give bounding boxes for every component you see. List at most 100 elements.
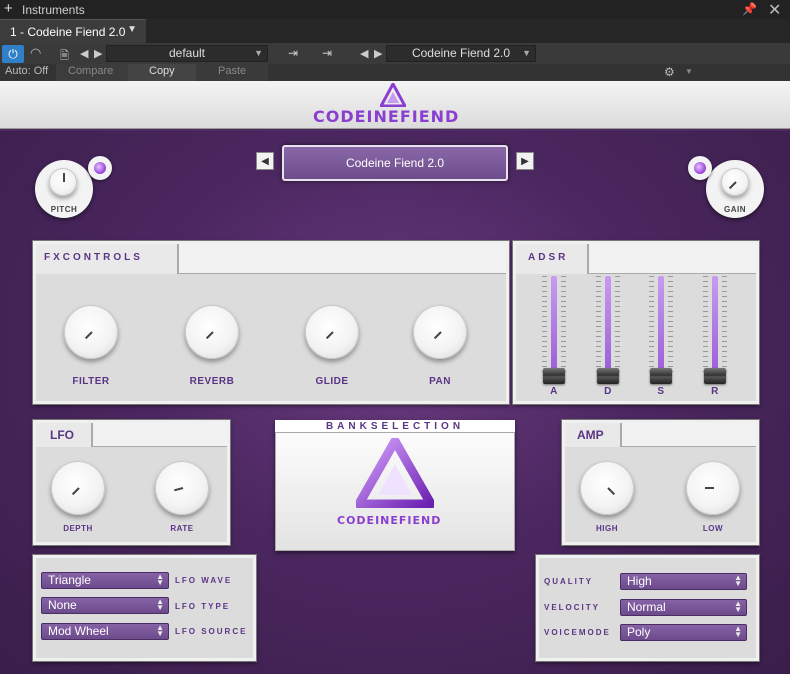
plugin-header: CODEINEFIEND xyxy=(0,81,790,129)
slider-label-s: S xyxy=(657,386,665,397)
next-instrument-icon[interactable]: ▶ xyxy=(374,47,382,60)
chevron-down-icon[interactable]: ▼ xyxy=(127,24,137,35)
bank-logo-text: CODEINEFIEND xyxy=(337,514,442,527)
lfo-source-value: Mod Wheel xyxy=(48,624,109,638)
slider-ticks xyxy=(596,276,601,376)
rate-knob[interactable] xyxy=(155,461,209,515)
lfo-wave-select[interactable]: Triangle ▲ ▼ xyxy=(41,572,169,589)
prev-instrument-icon[interactable]: ◀ xyxy=(360,47,368,60)
lfo-wave-value: Triangle xyxy=(48,573,91,587)
high-knob[interactable] xyxy=(580,461,634,515)
slider-ticks xyxy=(561,276,566,376)
add-icon[interactable]: + xyxy=(4,0,13,17)
compare-button[interactable]: Compare xyxy=(68,65,113,77)
monitor-icon[interactable]: ◠ xyxy=(30,45,41,61)
preset-select-value: default xyxy=(168,46,206,60)
voicemode-label: VOICEMODE xyxy=(544,628,611,637)
gain-led[interactable] xyxy=(688,156,712,180)
pan-label: PAN xyxy=(429,376,451,387)
slider-track-r[interactable] xyxy=(712,276,718,376)
pin-icon[interactable]: 📌 xyxy=(742,2,757,16)
lfo-type-label: LFO TYPE xyxy=(175,602,231,611)
slider-thumb-a[interactable] xyxy=(543,368,565,384)
lfo-source-select[interactable]: Mod Wheel ▲ ▼ xyxy=(41,623,169,640)
next-preset-button[interactable]: ▶ xyxy=(516,152,534,170)
gear-icon[interactable]: ⚙ xyxy=(664,65,675,79)
rate-label: RATE xyxy=(170,524,194,533)
instrument-select-value: Codeine Fiend 2.0 xyxy=(411,46,511,60)
gain-knob[interactable] xyxy=(721,168,749,196)
bank-selection-title: BANKSELECTION xyxy=(275,420,515,433)
plugin-ui: CODEINEFIEND ◀ Codeine Fiend 2.0 ▶ PITCH… xyxy=(0,81,790,674)
pitch-knob[interactable] xyxy=(49,168,77,196)
slider-ticks xyxy=(668,276,673,376)
copy-button[interactable]: Copy xyxy=(149,65,175,77)
voicemode-select[interactable]: Poly ▲ ▼ xyxy=(620,624,747,641)
pan-knob[interactable] xyxy=(413,305,467,359)
voicemode-value: Poly xyxy=(627,625,651,639)
slider-ticks xyxy=(542,276,547,376)
updown-icon: ▲ ▼ xyxy=(734,573,742,588)
updown-icon: ▲ ▼ xyxy=(156,623,164,638)
quality-select[interactable]: High ▲ ▼ xyxy=(620,573,747,590)
logo-icon xyxy=(380,83,406,107)
paste-button[interactable]: Paste xyxy=(218,65,246,77)
fx-controls-title: FXCONTROLS xyxy=(36,244,178,274)
slider-thumb-s[interactable] xyxy=(650,368,672,384)
next-preset-icon[interactable]: ▶ xyxy=(94,47,102,60)
window-title: Instruments xyxy=(22,3,85,17)
slider-label-a: A xyxy=(550,386,558,397)
slider-track-d[interactable] xyxy=(605,276,611,376)
power-icon[interactable]: ⏻ xyxy=(2,45,24,63)
instrument-tab[interactable]: 1 - Codeine Fiend 2.0 ▼ xyxy=(0,19,146,43)
chevron-down-icon: ▼ xyxy=(522,48,531,58)
lfo-type-select[interactable]: None ▲ ▼ xyxy=(41,597,169,614)
slider-track-a[interactable] xyxy=(551,276,557,376)
slider-label-r: R xyxy=(711,386,719,397)
glide-label: GLIDE xyxy=(315,376,349,387)
low-knob[interactable] xyxy=(686,461,740,515)
filter-label: FILTER xyxy=(72,376,110,387)
instrument-select[interactable]: Codeine Fiend 2.0 ▼ xyxy=(386,45,536,62)
prev-preset-icon[interactable]: ◀ xyxy=(80,47,88,60)
preset-select[interactable]: default ▼ xyxy=(106,45,268,62)
instrument-tab-label: 1 - Codeine Fiend 2.0 xyxy=(10,25,126,39)
lfo-wave-label: LFO WAVE xyxy=(175,576,233,585)
plugin-logo-text: CODEINEFIEND xyxy=(313,107,460,126)
skip-icon[interactable]: ⇥ xyxy=(322,46,332,60)
reverb-label: REVERB xyxy=(189,376,235,387)
glide-knob[interactable] xyxy=(305,305,359,359)
depth-knob[interactable] xyxy=(51,461,105,515)
lfo-title: LFO xyxy=(36,423,92,447)
gain-label: GAIN xyxy=(724,205,746,214)
chevron-down-icon: ▼ xyxy=(254,48,263,58)
slider-ticks xyxy=(703,276,708,376)
velocity-select[interactable]: Normal ▲ ▼ xyxy=(620,599,747,616)
slider-track-s[interactable] xyxy=(658,276,664,376)
prev-preset-button[interactable]: ◀ xyxy=(256,152,274,170)
chevron-down-icon[interactable]: ▼ xyxy=(685,67,693,76)
slider-thumb-r[interactable] xyxy=(704,368,726,384)
amp-title: AMP xyxy=(565,423,621,447)
pitch-label: PITCH xyxy=(50,205,78,214)
depth-label: DEPTH xyxy=(63,524,93,533)
preset-display[interactable]: Codeine Fiend 2.0 xyxy=(282,145,508,181)
title-bar: + Instruments 📌 ✕ xyxy=(0,0,790,19)
low-label: LOW xyxy=(702,524,724,533)
slider-label-d: D xyxy=(604,386,612,397)
pitch-led[interactable] xyxy=(88,156,112,180)
filter-knob[interactable] xyxy=(64,305,118,359)
quality-label: QUALITY xyxy=(544,577,594,586)
updown-icon: ▲ ▼ xyxy=(734,599,742,614)
instrument-window: + Instruments 📌 ✕ 1 - Codeine Fiend 2.0 … xyxy=(0,0,790,674)
updown-icon: ▲ ▼ xyxy=(156,597,164,612)
auto-button[interactable]: Auto: Off xyxy=(5,65,48,77)
lfo-source-label: LFO SOURCE xyxy=(175,627,248,636)
slider-thumb-d[interactable] xyxy=(597,368,619,384)
slider-ticks xyxy=(649,276,654,376)
lfo-type-value: None xyxy=(48,598,77,612)
reverb-knob[interactable] xyxy=(185,305,239,359)
updown-icon: ▲ ▼ xyxy=(156,572,164,587)
close-icon[interactable]: ✕ xyxy=(768,0,781,20)
send-to-icon[interactable]: ⇥ xyxy=(288,46,298,60)
